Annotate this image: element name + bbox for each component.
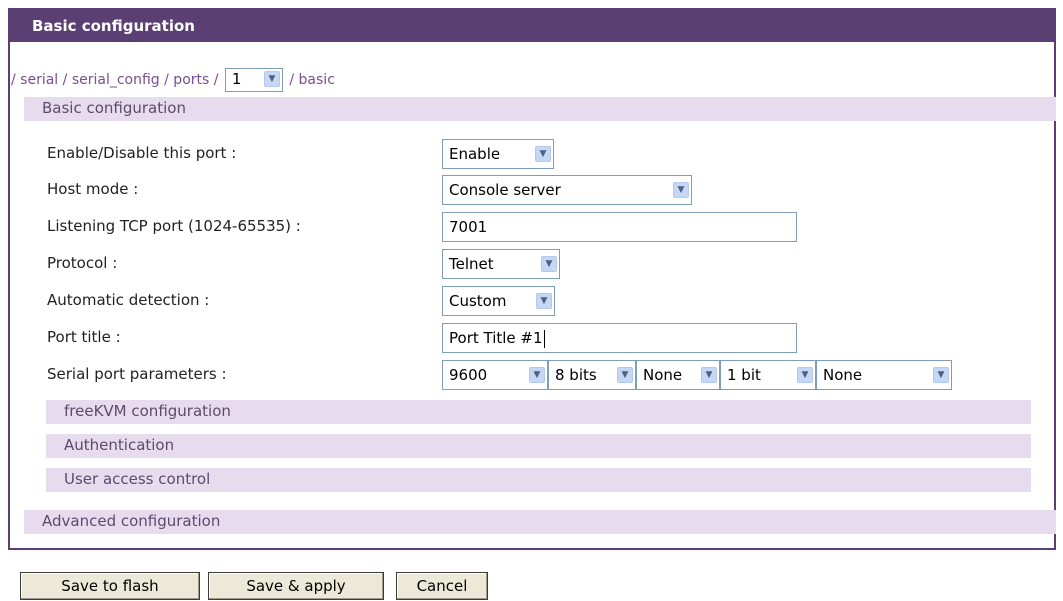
section-authentication[interactable]: Authentication	[46, 434, 1031, 458]
tcp-port-input[interactable]: 7001	[442, 212, 797, 242]
auto-detect-label: Automatic detection :	[47, 291, 210, 309]
port-number-value: 1	[231, 70, 242, 88]
breadcrumb-ports[interactable]: / ports /	[164, 72, 218, 88]
baud-rate-value: 9600	[449, 366, 488, 384]
enable-label: Enable/Disable this port :	[47, 144, 237, 162]
save-to-flash-button[interactable]: Save to flash	[20, 572, 200, 600]
protocol-label: Protocol :	[47, 254, 118, 272]
cancel-button[interactable]: Cancel	[396, 572, 488, 600]
chevron-down-icon: ▼	[529, 367, 545, 383]
section-freekvm-configuration[interactable]: freeKVM configuration	[46, 400, 1031, 424]
port-title-label: Port title :	[47, 328, 121, 346]
port-title-value: Port Title #1	[449, 329, 543, 347]
auto-detect-value: Custom	[449, 292, 507, 310]
section-user-access-control[interactable]: User access control	[46, 468, 1031, 492]
flow-control-select[interactable]: None ▼	[816, 360, 952, 390]
breadcrumb-basic[interactable]: / basic	[289, 72, 335, 88]
enable-select[interactable]: Enable ▼	[442, 139, 554, 169]
protocol-value: Telnet	[449, 255, 494, 273]
text-caret	[543, 329, 545, 348]
save-and-apply-button[interactable]: Save & apply	[208, 572, 384, 600]
tcp-port-label: Listening TCP port (1024-65535) :	[47, 217, 301, 235]
baud-rate-select[interactable]: 9600 ▼	[442, 360, 548, 390]
host-mode-value: Console server	[449, 181, 561, 199]
chevron-down-icon: ▼	[536, 293, 552, 309]
parity-value: None	[643, 366, 683, 384]
chevron-down-icon: ▼	[617, 367, 633, 383]
chevron-down-icon: ▼	[797, 367, 813, 383]
chevron-down-icon: ▼	[263, 71, 280, 87]
section-basic-configuration[interactable]: Basic configuration	[24, 97, 1056, 121]
enable-value: Enable	[449, 145, 501, 163]
port-title-input[interactable]: Port Title #1	[442, 323, 797, 353]
section-advanced-configuration[interactable]: Advanced configuration	[24, 510, 1056, 534]
host-mode-select[interactable]: Console server ▼	[442, 175, 692, 205]
chevron-down-icon: ▼	[541, 256, 557, 272]
chevron-down-icon: ▼	[701, 367, 717, 383]
chevron-down-icon: ▼	[535, 146, 551, 162]
stop-bits-value: 1 bit	[727, 366, 761, 384]
port-number-select[interactable]: 1 ▼	[224, 68, 283, 92]
serial-params-label: Serial port parameters :	[47, 365, 227, 383]
panel-title: Basic configuration	[10, 10, 1054, 42]
data-bits-value: 8 bits	[555, 366, 597, 384]
breadcrumb: / serial / serial_config / ports / 1 ▼ /…	[11, 68, 335, 92]
chevron-down-icon: ▼	[673, 182, 689, 198]
flow-control-value: None	[823, 366, 863, 384]
auto-detect-select[interactable]: Custom ▼	[442, 286, 555, 316]
breadcrumb-serial[interactable]: / serial	[11, 72, 58, 88]
data-bits-select[interactable]: 8 bits ▼	[548, 360, 636, 390]
protocol-select[interactable]: Telnet ▼	[442, 249, 560, 279]
host-mode-label: Host mode :	[47, 180, 139, 198]
breadcrumb-serial-config[interactable]: / serial_config	[63, 72, 160, 88]
stop-bits-select[interactable]: 1 bit ▼	[720, 360, 816, 390]
chevron-down-icon: ▼	[933, 367, 949, 383]
parity-select[interactable]: None ▼	[636, 360, 720, 390]
config-panel: Basic configuration / serial / serial_co…	[8, 8, 1056, 550]
